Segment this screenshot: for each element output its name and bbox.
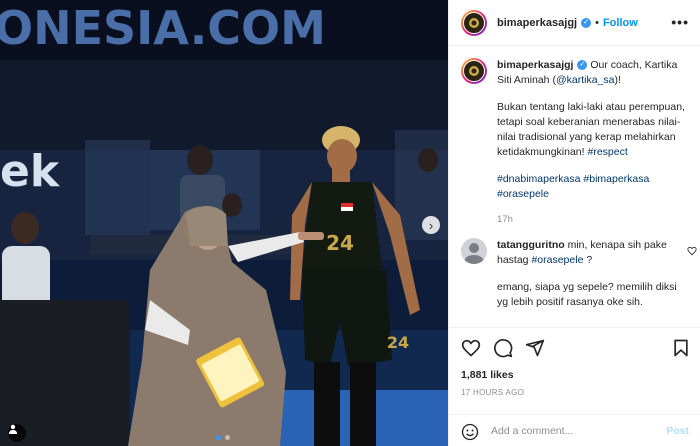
- next-photo-button[interactable]: ›: [422, 216, 440, 234]
- avatar-image: [463, 11, 485, 34]
- hashtag-links[interactable]: #dnabimaperkasa #bimaperkasa #orasepele: [497, 173, 649, 200]
- team-logo-icon: [469, 66, 479, 76]
- add-comment-bar: Post: [449, 414, 700, 446]
- comment-hashtag[interactable]: #orasepele: [531, 254, 583, 266]
- user-tag-icon: [9, 424, 17, 434]
- tagged-users-button[interactable]: [8, 424, 26, 442]
- hashtag-respect[interactable]: #respect: [587, 146, 627, 158]
- post-photo-scene: ONESIA.COM ek 24 24: [0, 0, 448, 446]
- caption-hashtags: #dnabimaperkasa #bimaperkasa #orasepele: [497, 172, 693, 202]
- comment-text: tatangguritno min, kenapa sih pake hasta…: [497, 238, 677, 310]
- comment-line1-end: ?: [583, 254, 593, 266]
- user-avatar-icon: [461, 238, 487, 264]
- post-actions: [461, 338, 691, 360]
- author-username[interactable]: bimaperkasajgj: [497, 17, 577, 29]
- commenter-username[interactable]: tatangguritno: [497, 239, 565, 251]
- comment-item: tatangguritno min, kenapa sih pake hasta…: [461, 238, 697, 310]
- comment-input[interactable]: [491, 421, 651, 441]
- caption-paragraph: Bukan tentang laki-laki atau perempuan, …: [497, 100, 693, 160]
- carousel-indicator: [216, 435, 230, 440]
- post-caption: bimaperkasajgj ✓ Our coach, Kartika Siti …: [461, 58, 693, 227]
- carousel-dot: [225, 435, 230, 440]
- actions-divider: [449, 327, 700, 328]
- header-separator: •: [595, 16, 599, 29]
- avatar-image: [463, 60, 485, 82]
- comment-bubble-icon[interactable]: [493, 338, 513, 358]
- side-led-text: ek: [0, 146, 61, 197]
- banner-text: ONESIA.COM: [0, 1, 326, 55]
- smiley-icon[interactable]: [461, 423, 479, 441]
- more-options-icon[interactable]: •••: [671, 14, 689, 30]
- jersey-number: 24: [326, 231, 354, 255]
- post-timestamp: 17 HOURS AGO: [461, 388, 525, 397]
- verified-badge-icon: ✓: [577, 60, 588, 71]
- author-avatar[interactable]: [461, 9, 487, 36]
- commenter-avatar[interactable]: [461, 238, 487, 264]
- mention-link[interactable]: @kartika_sa: [556, 74, 615, 86]
- comment-like-heart-icon[interactable]: [687, 246, 697, 256]
- paper-plane-icon[interactable]: [525, 338, 545, 358]
- heart-icon[interactable]: [461, 338, 481, 358]
- caption-timestamp: 17h: [497, 214, 513, 225]
- chevron-right-icon: ›: [428, 217, 434, 233]
- caption-username[interactable]: bimaperkasajgj: [497, 59, 573, 71]
- shorts-number: 24: [387, 333, 409, 352]
- team-logo-icon: [469, 17, 479, 28]
- likes-count[interactable]: 1,881 likes: [461, 369, 514, 381]
- caption-text: bimaperkasajgj ✓ Our coach, Kartika Siti …: [497, 58, 693, 227]
- post-side-panel: bimaperkasajgj ✓ • Follow ••• bimaperkas…: [448, 0, 700, 446]
- carousel-dot-active: [216, 435, 221, 440]
- verified-badge-icon: ✓: [581, 17, 592, 28]
- caption-line1-end: )!: [614, 74, 621, 86]
- caption-avatar[interactable]: [461, 58, 487, 84]
- post-header: bimaperkasajgj ✓ • Follow •••: [449, 0, 700, 46]
- bookmark-icon[interactable]: [671, 338, 691, 358]
- comment-para2: emang, siapa yg sepele? memilih diksi yg…: [497, 281, 677, 308]
- post-photo[interactable]: ONESIA.COM ek 24 24 ›: [0, 0, 448, 446]
- post-comment-button[interactable]: Post: [666, 425, 689, 437]
- follow-button[interactable]: Follow: [603, 17, 638, 29]
